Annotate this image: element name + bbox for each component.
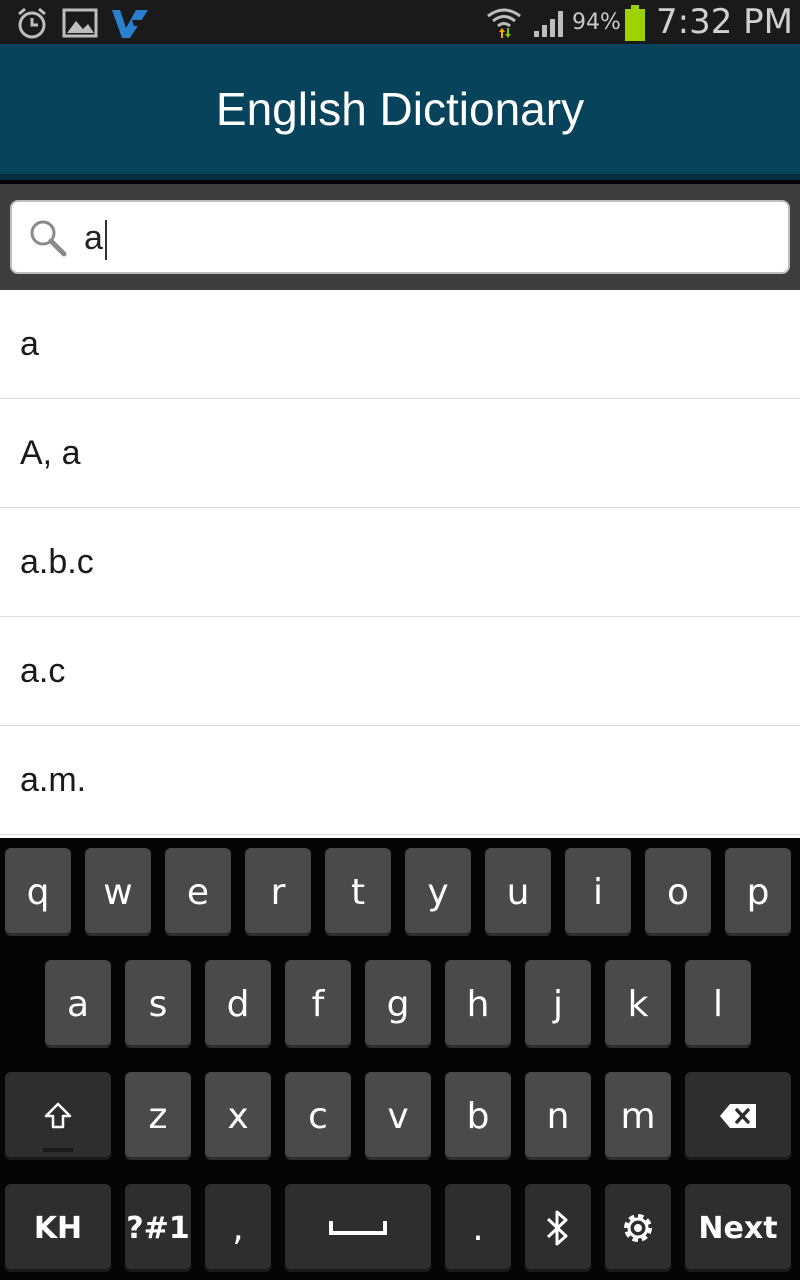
text-caret [104, 220, 107, 261]
battery-icon [622, 5, 648, 41]
key-z[interactable]: z [125, 1072, 191, 1160]
key-p[interactable]: p [725, 848, 791, 936]
key-u[interactable]: u [485, 848, 551, 936]
key-g[interactable]: g [365, 960, 431, 1048]
key-t[interactable]: t [325, 848, 391, 936]
key-c[interactable]: c [285, 1072, 351, 1160]
shift-icon [44, 1102, 72, 1129]
bluetooth-icon [546, 1210, 568, 1246]
search-input-value: a [84, 219, 103, 257]
shift-indicator [43, 1148, 73, 1152]
list-item[interactable]: a.m. [0, 726, 800, 835]
list-item[interactable]: a.b.c [0, 508, 800, 617]
soft-keyboard: q w e r t y u i o p a s d f g h j k l z … [0, 838, 800, 1280]
key-i[interactable]: i [565, 848, 631, 936]
comma-key[interactable]: , [205, 1184, 271, 1272]
alarm-icon [12, 6, 52, 40]
key-b[interactable]: b [445, 1072, 511, 1160]
space-key[interactable] [285, 1184, 431, 1272]
shift-key[interactable] [5, 1072, 111, 1160]
settings-key[interactable] [605, 1184, 671, 1272]
key-e[interactable]: e [165, 848, 231, 936]
key-v[interactable]: v [365, 1072, 431, 1160]
key-y[interactable]: y [405, 848, 471, 936]
list-item[interactable]: a.c [0, 617, 800, 726]
key-f[interactable]: f [285, 960, 351, 1048]
results-list: a A, a a.b.c a.c a.m. [0, 290, 800, 838]
key-d[interactable]: d [205, 960, 271, 1048]
key-w[interactable]: w [85, 848, 151, 936]
battery-percent: 94% [572, 10, 621, 35]
search-icon [28, 218, 68, 258]
key-h[interactable]: h [445, 960, 511, 1048]
symbols-key[interactable]: ?#1 [125, 1184, 191, 1272]
key-j[interactable]: j [525, 960, 591, 1048]
signal-icon [530, 6, 568, 40]
bluetooth-key[interactable] [525, 1184, 591, 1272]
key-q[interactable]: q [5, 848, 71, 936]
wifi-icon [482, 6, 526, 40]
key-n[interactable]: n [525, 1072, 591, 1160]
search-input[interactable]: a [10, 200, 790, 274]
language-key[interactable]: KH [5, 1184, 111, 1272]
gear-icon [624, 1214, 652, 1242]
title-bar: English Dictionary [0, 44, 800, 180]
period-key[interactable]: . [445, 1184, 511, 1272]
status-bar: 94% 7:32 PM [0, 0, 800, 44]
list-item[interactable]: A, a [0, 399, 800, 508]
image-icon [60, 6, 100, 40]
key-l[interactable]: l [685, 960, 751, 1048]
key-x[interactable]: x [205, 1072, 271, 1160]
key-a[interactable]: a [45, 960, 111, 1048]
list-item[interactable]: a [0, 290, 800, 399]
key-m[interactable]: m [605, 1072, 671, 1160]
key-k[interactable]: k [605, 960, 671, 1048]
clock-time: 7:32 PM [656, 2, 793, 42]
search-bar-container: a [0, 184, 800, 290]
key-s[interactable]: s [125, 960, 191, 1048]
page-title: English Dictionary [215, 83, 585, 135]
key-r[interactable]: r [245, 848, 311, 936]
key-o[interactable]: o [645, 848, 711, 936]
backspace-icon [720, 1104, 756, 1128]
next-key[interactable]: Next [685, 1184, 791, 1272]
backspace-key[interactable] [685, 1072, 791, 1160]
app-icon [108, 6, 152, 40]
space-icon [329, 1221, 387, 1235]
